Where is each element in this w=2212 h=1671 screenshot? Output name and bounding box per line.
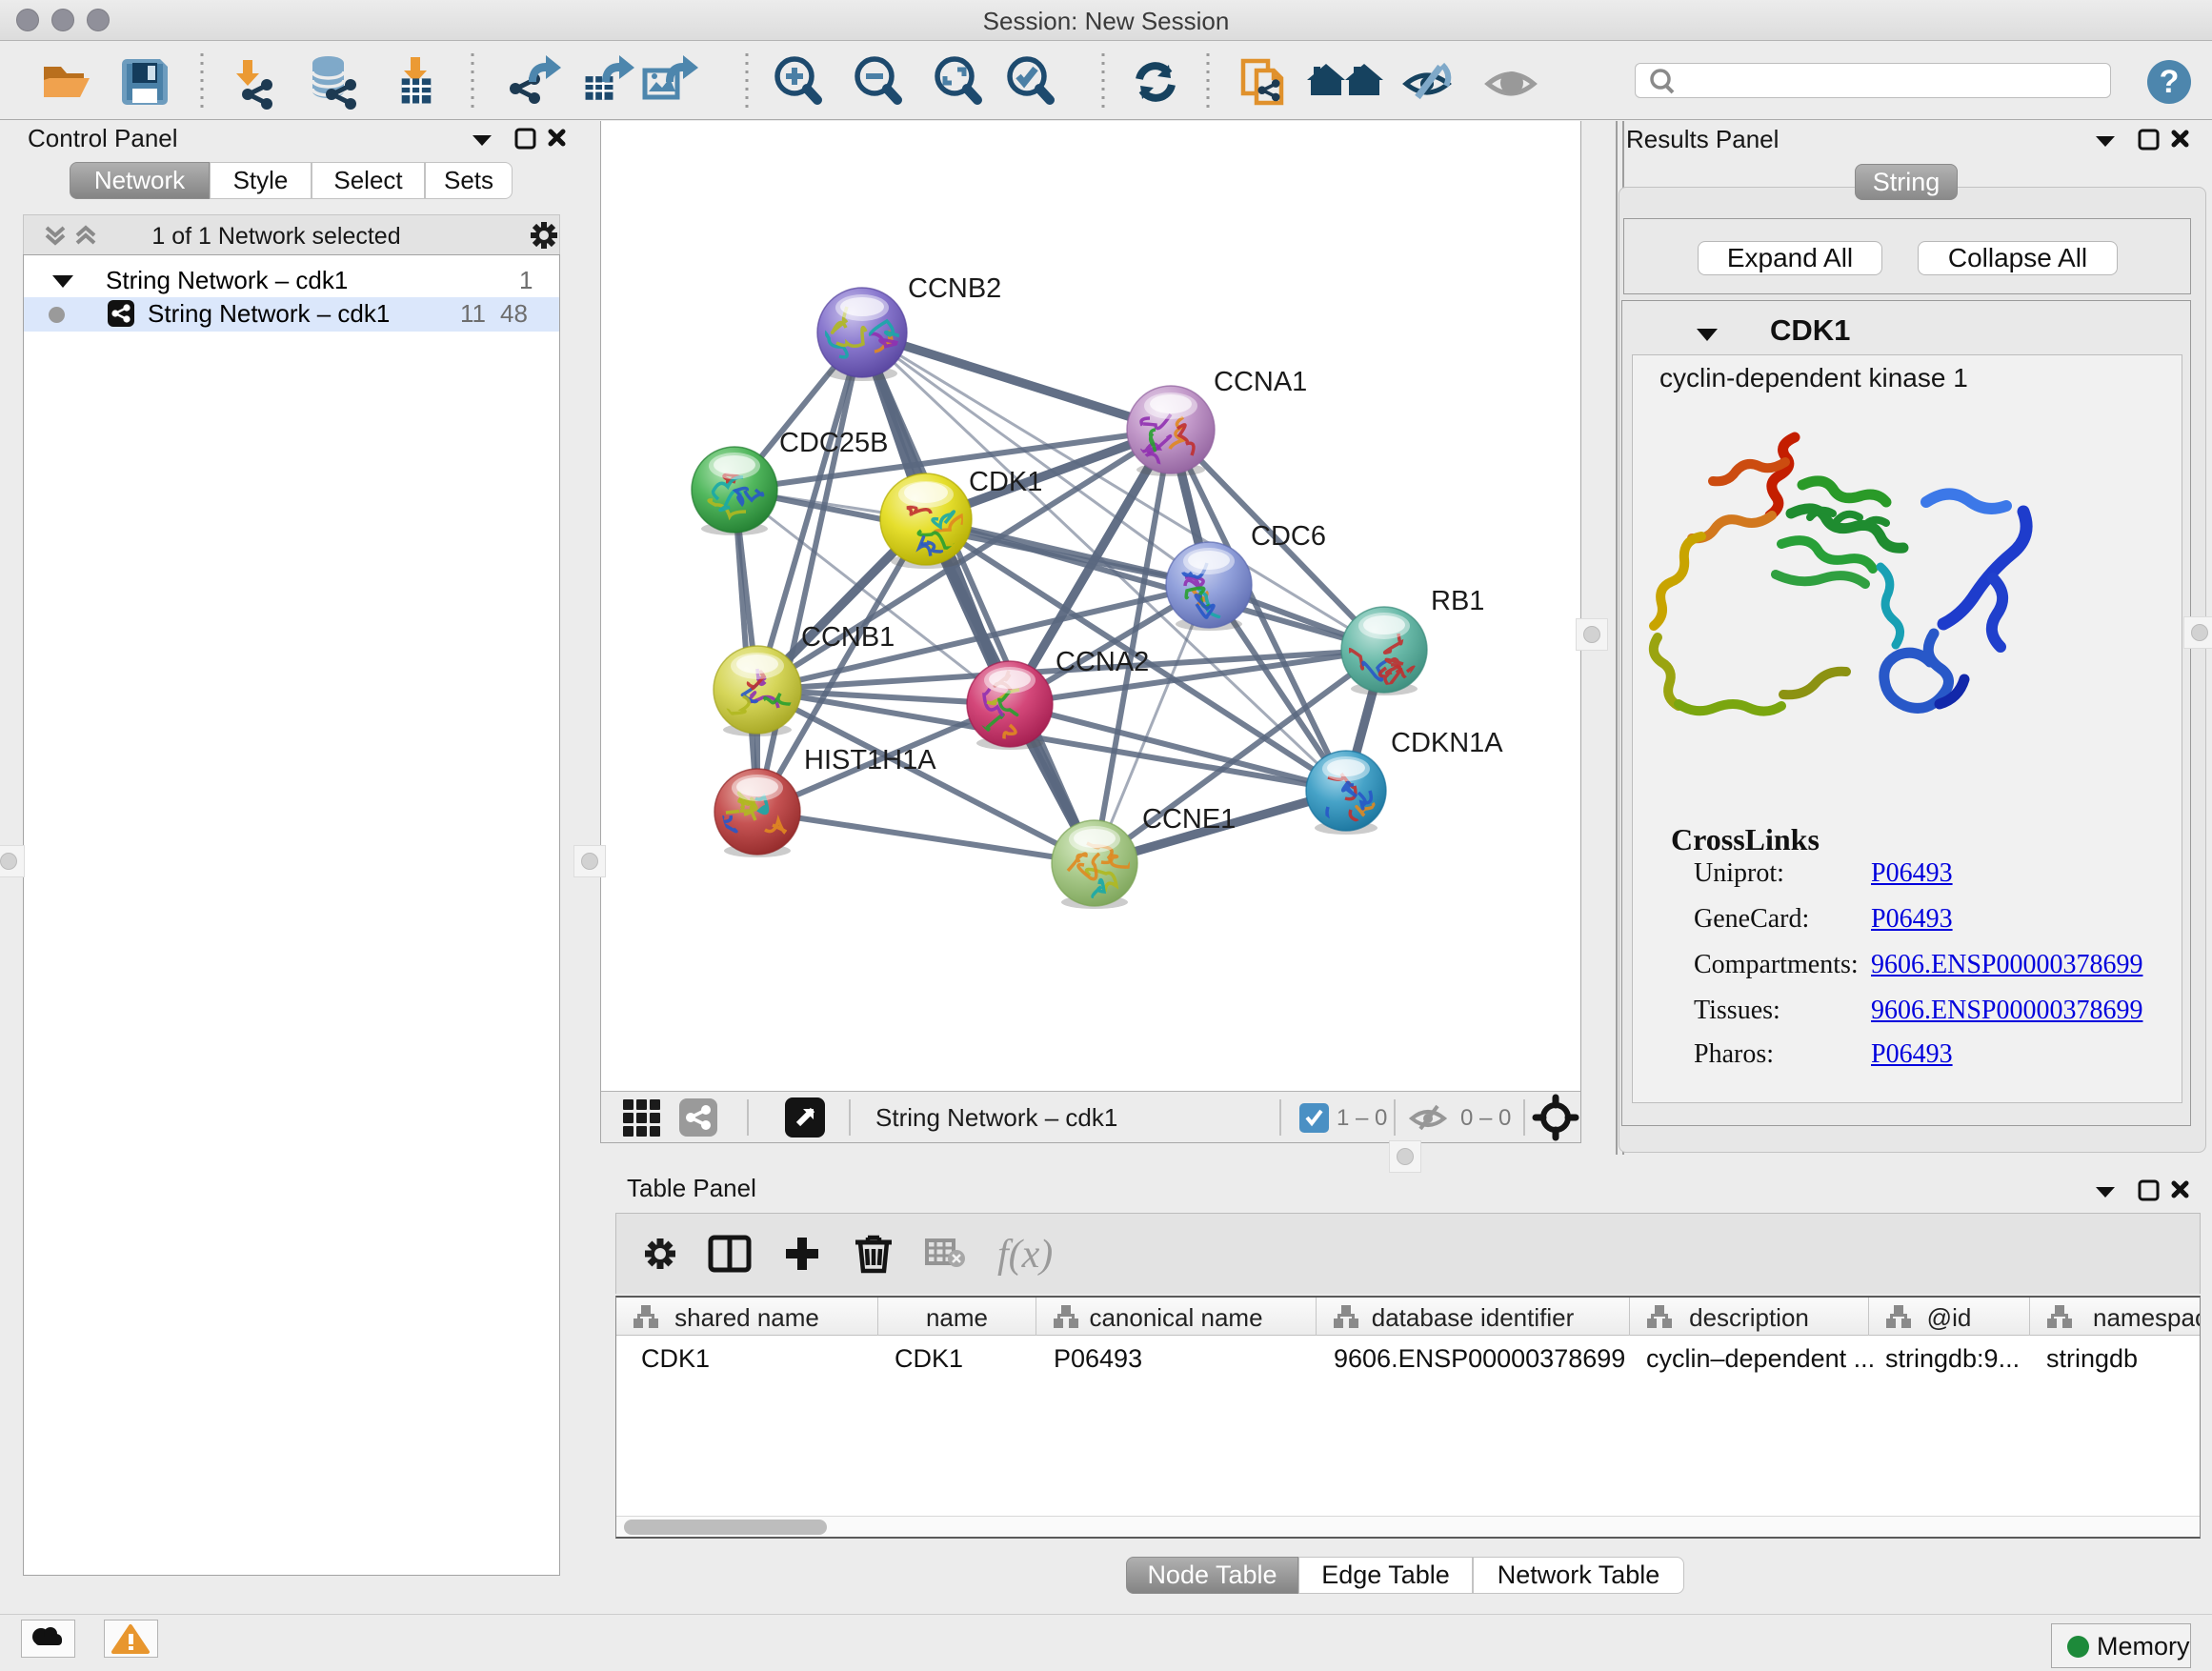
svg-text:CDC6: CDC6	[1251, 521, 1326, 552]
svg-text:CCNB1: CCNB1	[801, 622, 895, 653]
svg-text:?: ?	[2160, 64, 2180, 100]
svg-text:String Network – cdk1: String Network – cdk1	[875, 1103, 1117, 1132]
svg-text:CCNE1: CCNE1	[1142, 804, 1236, 835]
svg-text:CDKN1A: CDKN1A	[1391, 728, 1503, 758]
svg-text:CCNB2: CCNB2	[908, 273, 1001, 304]
svg-text:1 – 0: 1 – 0	[1337, 1105, 1387, 1131]
svg-text:RB1: RB1	[1431, 586, 1484, 616]
svg-text:CCNA1: CCNA1	[1214, 367, 1307, 397]
svg-text:f(x): f(x)	[997, 1233, 1053, 1277]
svg-text:0 – 0: 0 – 0	[1460, 1105, 1511, 1131]
svg-text:CDC25B: CDC25B	[779, 428, 888, 458]
svg-text:CDK1: CDK1	[969, 467, 1042, 497]
svg-text:HIST1H1A: HIST1H1A	[804, 745, 936, 775]
svg-text:CCNA2: CCNA2	[1056, 647, 1149, 677]
